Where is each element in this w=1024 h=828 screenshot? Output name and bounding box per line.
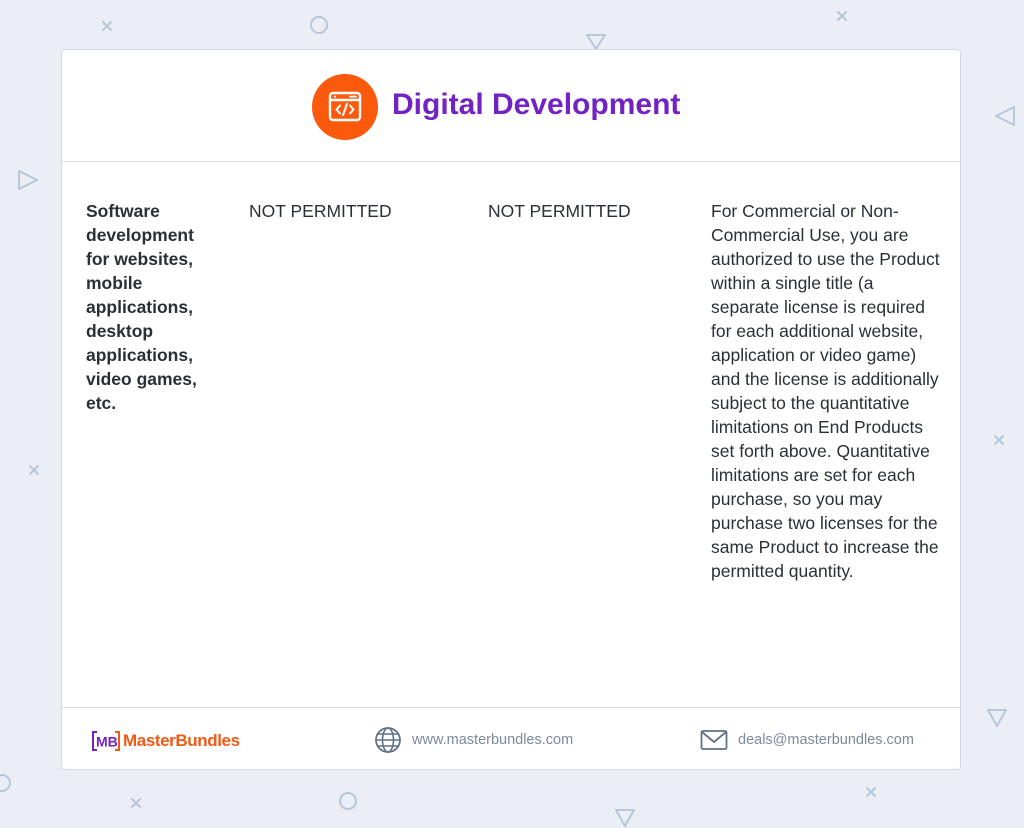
- background-triangle-decoration: [994, 105, 1016, 127]
- description-cell: For Commercial or Non-Commercial Use, yo…: [711, 201, 940, 581]
- background-circle-decoration: [0, 773, 12, 793]
- background-x-decoration: [993, 434, 1005, 446]
- page-title: Digital Development: [392, 88, 681, 121]
- background-x-decoration: [28, 464, 40, 476]
- background-circle-decoration: [309, 15, 329, 35]
- license-card: Digital Development Software development…: [61, 49, 961, 770]
- mb-logo-mark: MB: [92, 731, 120, 751]
- background-triangle-decoration: [614, 808, 636, 828]
- website-text: www.masterbundles.com: [412, 732, 574, 748]
- background-triangle-decoration: [986, 708, 1008, 728]
- email-text: deals@masterbundles.com: [738, 732, 914, 748]
- background-circle-decoration: [338, 791, 358, 811]
- usage-type-cell: Software development for websites, mobil…: [86, 201, 197, 413]
- card-header: Digital Development: [62, 50, 960, 162]
- background-x-decoration: [836, 10, 848, 22]
- license-row: Software development for websites, mobil…: [62, 162, 960, 707]
- background-x-decoration: [130, 797, 142, 809]
- code-window-icon: [312, 74, 378, 140]
- permission-cell: NOT PERMITTED: [488, 201, 631, 221]
- background-x-decoration: [865, 786, 877, 798]
- card-footer: MB MasterBundles www.masterbundles.com d…: [62, 707, 960, 769]
- website-link[interactable]: www.masterbundles.com: [374, 726, 573, 754]
- envelope-icon: [700, 730, 728, 750]
- email-link[interactable]: deals@masterbundles.com: [700, 726, 914, 754]
- brand-name: MasterBundles: [123, 731, 240, 750]
- background-x-decoration: [101, 20, 113, 32]
- masterbundles-logo[interactable]: MB MasterBundles: [92, 729, 240, 753]
- background-triangle-decoration: [17, 169, 39, 191]
- permission-cell: NOT PERMITTED: [249, 201, 392, 221]
- svg-text:MB: MB: [96, 734, 118, 750]
- globe-icon: [375, 727, 401, 753]
